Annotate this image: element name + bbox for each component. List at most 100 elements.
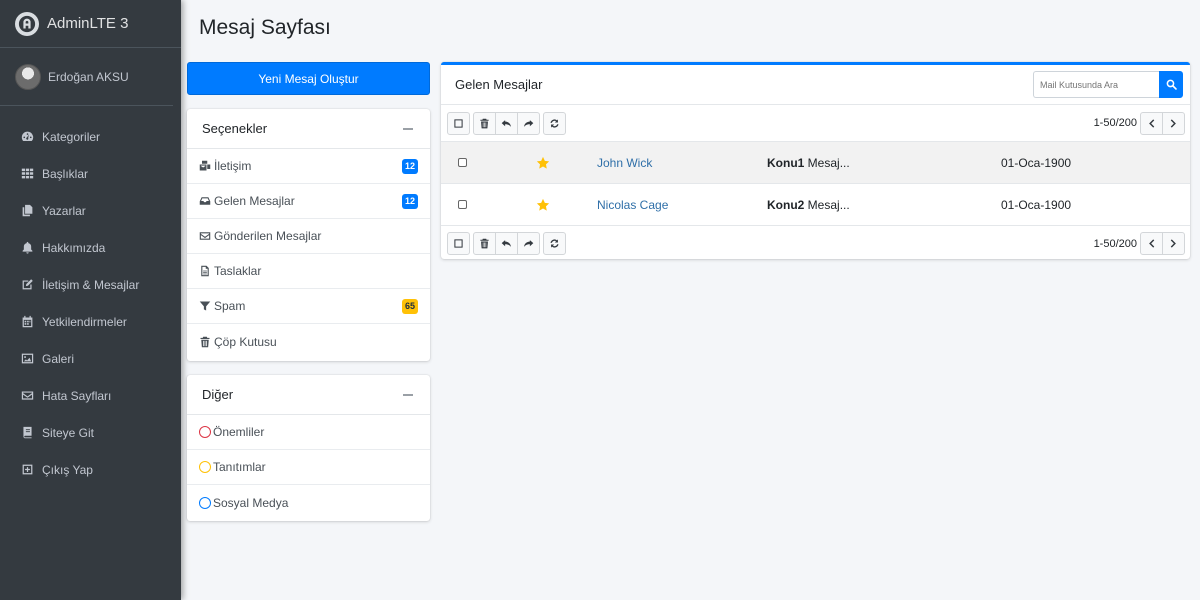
refresh-button[interactable] — [543, 111, 566, 135]
select-all-button[interactable] — [447, 111, 470, 135]
adminlte-logo-icon — [15, 11, 39, 36]
next-page-button[interactable] — [1162, 232, 1185, 255]
folder-cop-kutusu[interactable]: Çöp Kutusu — [187, 324, 430, 359]
page-title: Mesaj Sayfası — [199, 16, 331, 39]
labels-header: Diğer — [187, 375, 430, 415]
star-icon[interactable] — [536, 156, 550, 170]
folder-gelen-mesajlar[interactable]: Gelen Mesajlar 12 — [187, 184, 430, 219]
options-header: Seçenekler — [187, 109, 430, 149]
sidebar-item-yetkilendirmeler[interactable]: Yetkilendirmeler — [0, 303, 181, 340]
brand-text: AdminLTE 3 — [47, 15, 129, 32]
sidebar-item-label: Galeri — [42, 351, 75, 366]
folder-taslaklar[interactable]: Taslaklar — [187, 254, 430, 289]
folder-label: Taslaklar — [214, 264, 262, 278]
label-tanitimlar[interactable]: Tanıtımlar — [187, 450, 430, 485]
sidebar-item-cikis-yap[interactable]: Çıkış Yap — [0, 451, 181, 488]
message-subject: Konu2 Mesaj... — [767, 198, 1001, 212]
refresh-button[interactable] — [543, 232, 566, 255]
compose-button[interactable]: Yeni Mesaj Oluştur — [187, 62, 430, 95]
image-icon — [20, 351, 35, 366]
collapse-icon[interactable] — [403, 393, 413, 396]
book-icon — [20, 425, 35, 440]
message-row[interactable]: John Wick Konu1 Mesaj... 01-Oca-1900 — [441, 141, 1190, 183]
prev-page-button[interactable] — [1140, 111, 1163, 135]
mailbox-search — [1033, 71, 1183, 98]
star-icon[interactable] — [536, 198, 550, 212]
tachometer-icon — [20, 129, 35, 144]
sidebar-item-galeri[interactable]: Galeri — [0, 340, 181, 377]
message-date: 01-Oca-1900 — [1001, 197, 1072, 212]
user-panel[interactable]: Erdoğan AKSU — [0, 48, 173, 106]
folder-spam[interactable]: Spam 65 — [187, 289, 430, 324]
collapse-icon[interactable] — [403, 127, 413, 130]
grid-icon — [20, 166, 35, 181]
search-icon — [1166, 79, 1177, 90]
pagination: 1-50/200 — [1093, 111, 1185, 135]
copy-icon — [20, 203, 35, 218]
sidebar: AdminLTE 3 Erdoğan AKSU Kategoriler Başl… — [0, 0, 181, 600]
mailbox-toolbar-bottom: 1-50/200 — [441, 225, 1190, 261]
sidebar-item-label: Yazarlar — [42, 203, 86, 218]
trash-icon — [480, 238, 489, 249]
sender-link[interactable]: John Wick — [593, 156, 767, 170]
folder-label: İletişim — [214, 159, 252, 173]
sidebar-item-hakkimizda[interactable]: Hakkımızda — [0, 229, 181, 266]
sidebar-item-yazarlar[interactable]: Yazarlar — [0, 192, 181, 229]
label-onemliler[interactable]: Önemliler — [187, 415, 430, 450]
label-sosyal-medya[interactable]: Sosyal Medya — [187, 485, 430, 520]
sidebar-item-label: İletişim & Mesajlar — [42, 277, 140, 292]
next-page-button[interactable] — [1162, 111, 1185, 135]
message-subject: Konu1 Mesaj... — [767, 156, 1001, 170]
inbox-icon — [199, 195, 212, 208]
delete-button[interactable] — [473, 232, 496, 255]
row-checkbox[interactable] — [457, 158, 467, 167]
sidebar-item-kategoriler[interactable]: Kategoriler — [0, 118, 181, 155]
prev-page-button[interactable] — [1140, 232, 1163, 255]
user-name: Erdoğan AKSU — [48, 69, 129, 84]
sidebar-item-siteye-git[interactable]: Siteye Git — [0, 414, 181, 451]
reply-icon — [501, 240, 511, 247]
sidebar-item-label: Çıkış Yap — [42, 462, 93, 477]
folder-label: Spam — [214, 299, 246, 313]
folder-gonderilen-mesajlar[interactable]: Gönderilen Mesajlar — [187, 219, 430, 254]
sidebar-item-hata-sayflari[interactable]: Hata Sayfları — [0, 377, 181, 414]
forward-button[interactable] — [517, 232, 540, 255]
mailbox-title: Gelen Mesajlar — [455, 77, 543, 92]
pagination-text: 1-50/200 — [1093, 117, 1137, 129]
sidebar-item-label: Kategoriler — [42, 129, 101, 144]
subject-preview: Mesaj... — [804, 197, 850, 212]
mailbox-card: Gelen Mesajlar 1- — [441, 62, 1190, 259]
folder-label: Çöp Kutusu — [214, 334, 277, 349]
message-row[interactable]: Nicolas Cage Konu2 Mesaj... 01-Oca-1900 — [441, 183, 1190, 225]
trash-icon — [199, 335, 212, 348]
chevron-right-icon — [1170, 118, 1176, 128]
sidebar-item-basliklar[interactable]: Başlıklar — [0, 155, 181, 192]
sync-icon — [550, 118, 559, 128]
reply-button[interactable] — [495, 111, 518, 135]
circle-outline-icon — [199, 461, 211, 473]
sidebar-item-iletisim-mesajlar[interactable]: İletişim & Mesajlar — [0, 266, 181, 303]
label-text: Önemliler — [213, 425, 265, 439]
delete-button[interactable] — [473, 111, 496, 135]
row-checkbox[interactable] — [457, 200, 467, 209]
label-text: Sosyal Medya — [213, 495, 289, 510]
subject-preview: Mesaj... — [804, 155, 850, 170]
pagination: 1-50/200 — [1094, 232, 1185, 255]
sidebar-item-label: Hakkımızda — [42, 240, 106, 255]
mail-bulk-icon — [199, 160, 212, 173]
search-input[interactable] — [1033, 71, 1159, 98]
mailbox-header: Gelen Mesajlar — [441, 65, 1190, 105]
square-outline-icon — [454, 118, 463, 128]
circle-outline-icon — [199, 426, 211, 438]
envelope-outline-icon — [199, 230, 212, 243]
folder-iletisim[interactable]: İletişim 12 — [187, 149, 430, 184]
share-icon — [524, 119, 534, 127]
labels-title: Diğer — [202, 387, 234, 402]
sender-link[interactable]: Nicolas Cage — [593, 198, 767, 212]
forward-button[interactable] — [517, 111, 540, 135]
mailbox-toolbar-top: 1-50/200 — [441, 105, 1190, 141]
reply-button[interactable] — [495, 232, 518, 255]
brand-link[interactable]: AdminLTE 3 — [0, 0, 181, 48]
search-button[interactable] — [1159, 71, 1183, 98]
select-all-button[interactable] — [447, 232, 470, 255]
